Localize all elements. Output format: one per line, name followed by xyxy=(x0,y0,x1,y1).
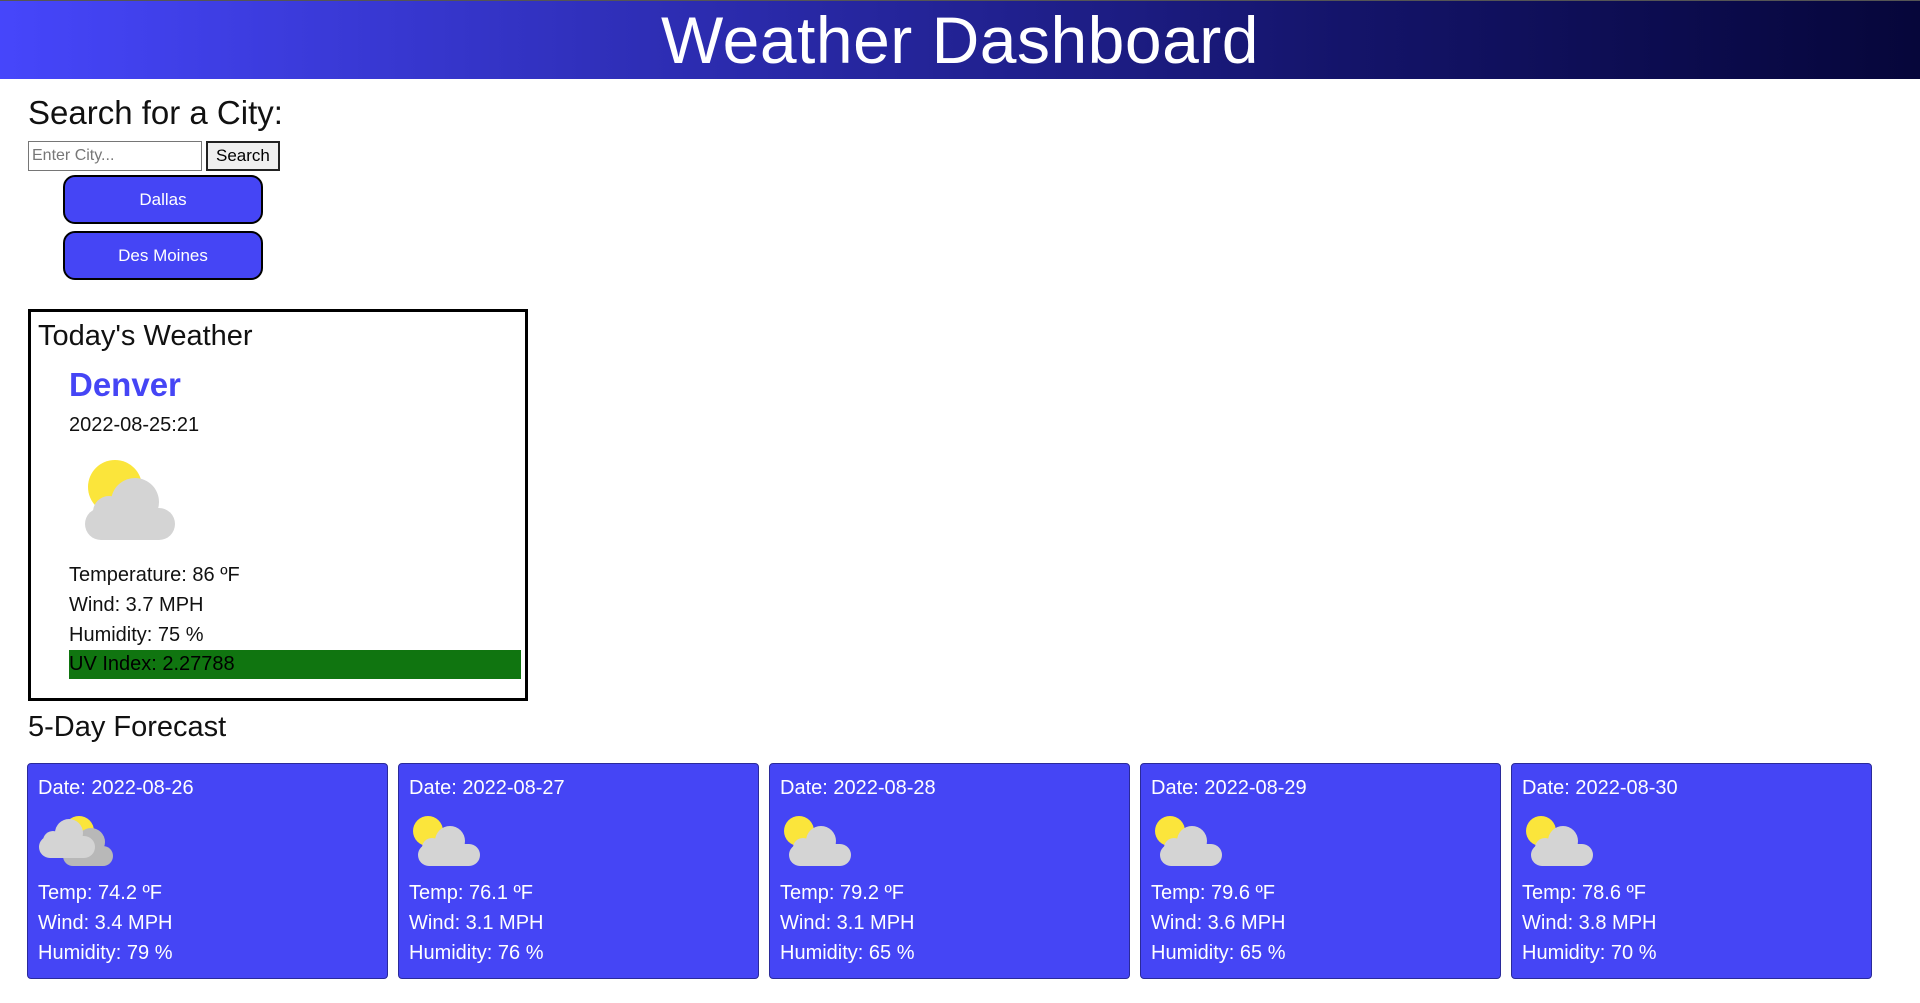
history-button-dallas[interactable]: Dallas xyxy=(63,175,263,224)
forecast-card: Date: 2022-08-28 Temp: 79.2 ºF Wind: 3.1… xyxy=(769,763,1130,979)
current-date: 2022-08-25:21 xyxy=(69,414,200,436)
todays-weather-title: Today's Weather xyxy=(38,320,253,352)
forecast-conditions: Temp: 76.1 ºF Wind: 3.1 MPH Humidity: 76… xyxy=(409,878,544,968)
forecast-temp: Temp: 78.6 ºF xyxy=(1522,882,1647,904)
uv-index-bar: UV Index: 2.27788 xyxy=(69,650,521,679)
forecast-date: Date: 2022-08-29 xyxy=(1151,777,1307,799)
forecast-temp: Temp: 79.2 ºF xyxy=(780,882,905,904)
wind-text: Wind: 3.7 MPH xyxy=(69,594,204,616)
partly-cloudy-icon xyxy=(408,814,488,873)
forecast-temp: Temp: 79.6 ºF xyxy=(1151,882,1276,904)
search-title: Search for a City: xyxy=(28,94,283,131)
forecast-date: Date: 2022-08-28 xyxy=(780,777,936,799)
page-header: Weather Dashboard xyxy=(0,0,1920,79)
page-title: Weather Dashboard xyxy=(661,3,1259,77)
forecast-cards: Date: 2022-08-26 Temp: 74.2 ºF Wind: 3.4… xyxy=(27,763,1872,979)
forecast-conditions: Temp: 79.2 ºF Wind: 3.1 MPH Humidity: 65… xyxy=(780,878,915,968)
search-row: Search xyxy=(28,141,280,171)
partly-cloudy-icon xyxy=(1521,814,1601,873)
history-button-des-moines[interactable]: Des Moines xyxy=(63,231,263,280)
forecast-card: Date: 2022-08-29 Temp: 79.6 ºF Wind: 3.6… xyxy=(1140,763,1501,979)
forecast-card: Date: 2022-08-27 Temp: 76.1 ºF Wind: 3.1… xyxy=(398,763,759,979)
temperature-text: Temperature: 86 ºF xyxy=(69,564,240,586)
partly-cloudy-icon xyxy=(79,460,179,545)
forecast-conditions: Temp: 79.6 ºF Wind: 3.6 MPH Humidity: 65… xyxy=(1151,878,1286,968)
forecast-humidity: Humidity: 76 % xyxy=(409,942,544,964)
forecast-humidity: Humidity: 79 % xyxy=(38,942,173,964)
partly-cloudy-icon xyxy=(779,814,859,873)
humidity-text: Humidity: 75 % xyxy=(69,624,204,646)
forecast-date: Date: 2022-08-26 xyxy=(38,777,194,799)
forecast-card: Date: 2022-08-30 Temp: 78.6 ºF Wind: 3.8… xyxy=(1511,763,1872,979)
forecast-conditions: Temp: 74.2 ºF Wind: 3.4 MPH Humidity: 79… xyxy=(38,878,173,968)
forecast-humidity: Humidity: 65 % xyxy=(1151,942,1286,964)
forecast-humidity: Humidity: 65 % xyxy=(780,942,915,964)
forecast-wind: Wind: 3.8 MPH xyxy=(1522,912,1657,934)
forecast-conditions: Temp: 78.6 ºF Wind: 3.8 MPH Humidity: 70… xyxy=(1522,878,1657,968)
forecast-wind: Wind: 3.4 MPH xyxy=(38,912,173,934)
todays-weather-panel: Today's Weather Denver 2022-08-25:21 Tem… xyxy=(28,309,528,701)
forecast-wind: Wind: 3.1 MPH xyxy=(780,912,915,934)
city-search-input[interactable] xyxy=(28,141,202,171)
forecast-temp: Temp: 76.1 ºF xyxy=(409,882,534,904)
forecast-wind: Wind: 3.1 MPH xyxy=(409,912,544,934)
search-history: Dallas Des Moines xyxy=(63,175,263,280)
forecast-card: Date: 2022-08-26 Temp: 74.2 ºF Wind: 3.4… xyxy=(27,763,388,979)
forecast-date: Date: 2022-08-30 xyxy=(1522,777,1678,799)
forecast-wind: Wind: 3.6 MPH xyxy=(1151,912,1286,934)
cloudy-sun-behind-icon xyxy=(37,814,117,873)
search-button[interactable]: Search xyxy=(206,141,280,171)
forecast-humidity: Humidity: 70 % xyxy=(1522,942,1657,964)
current-conditions: Temperature: 86 ºF Wind: 3.7 MPH Humidit… xyxy=(69,560,521,679)
forecast-temp: Temp: 74.2 ºF xyxy=(38,882,163,904)
partly-cloudy-icon xyxy=(1150,814,1230,873)
forecast-date: Date: 2022-08-27 xyxy=(409,777,565,799)
city-name: Denver xyxy=(69,366,181,403)
forecast-title: 5-Day Forecast xyxy=(28,711,227,743)
